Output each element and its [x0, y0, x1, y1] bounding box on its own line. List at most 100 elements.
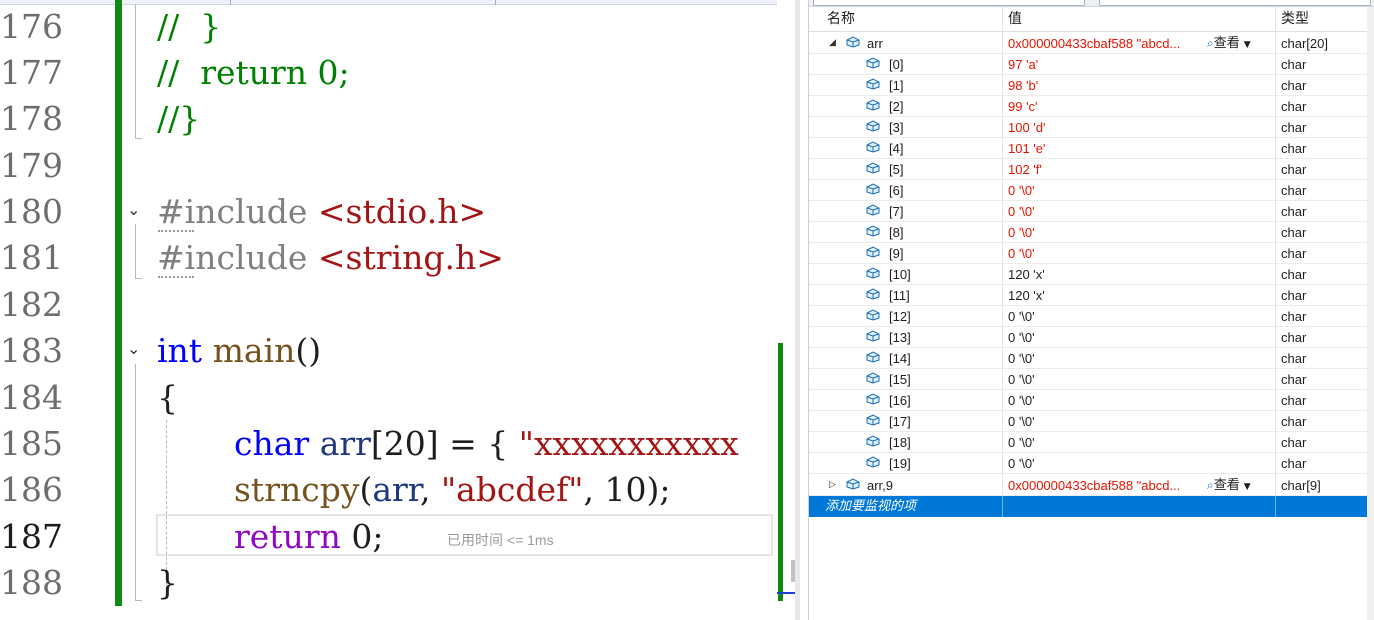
watch-name: [3] [889, 120, 904, 135]
column-header-type[interactable]: 类型 [1275, 7, 1365, 31]
watch-row-element[interactable]: [13] 0 '\0' char [809, 327, 1367, 348]
watch-row-element[interactable]: [1] 98 'b' char [809, 75, 1367, 96]
watch-name: arr,9 [867, 478, 894, 493]
code-text[interactable]: { [157, 375, 178, 421]
add-watch-row[interactable]: 添加要监视的项 [809, 496, 1367, 517]
visualizer-button[interactable]: ⌕查看 ▼ [1207, 33, 1251, 56]
watch-value: 0x000000433cbaf588 "abcd... [1008, 478, 1181, 493]
column-header-name[interactable]: 名称 [821, 7, 1001, 31]
watch-type: char [1281, 372, 1307, 387]
watch-row-element[interactable]: [4] 101 'e' char [809, 138, 1367, 159]
code-line[interactable]: 176 // } [0, 4, 780, 50]
code-text[interactable]: int main() [157, 328, 321, 374]
code-text[interactable]: strncpy(arr, "abcdef", 10); [234, 467, 670, 513]
watch-row-arr9[interactable]: ▷ arr,9 0x000000433cbaf588 "abcd... ⌕查看 ▼… [809, 475, 1367, 496]
add-watch-placeholder[interactable]: 添加要监视的项 [825, 496, 916, 517]
visualizer-button[interactable]: ⌕查看 ▼ [1207, 475, 1251, 498]
watch-type: char [1281, 141, 1307, 156]
variable-cube-icon [866, 435, 880, 447]
watch-type: char [1281, 246, 1307, 261]
watch-window[interactable]: 名称 值 类型 ◢ arr 0x000000433cbaf588 "abcd..… [808, 0, 1374, 620]
dropdown-arrow-icon[interactable]: ▼ [1244, 482, 1251, 492]
watch-value: 0 '\0' [1008, 183, 1035, 198]
watch-row-element[interactable]: [0] 97 'a' char [809, 54, 1367, 75]
watch-value: 120 'x' [1008, 267, 1045, 282]
punctuation: ( [359, 470, 373, 509]
watch-value: 0 '\0' [1008, 225, 1035, 240]
code-line[interactable]: 186 strncpy(arr, "abcdef", 10); [0, 467, 780, 513]
variable-cube-icon [866, 288, 880, 300]
watch-row-element[interactable]: [18] 0 '\0' char [809, 432, 1367, 453]
function-name: main [212, 331, 296, 370]
watch-row-element[interactable]: [5] 102 'f' char [809, 159, 1367, 180]
code-line[interactable]: 185 char arr[20] = { "xxxxxxxxxxx [0, 421, 780, 467]
watch-name: [4] [889, 141, 904, 156]
code-text[interactable]: //} [157, 96, 200, 142]
watch-type: char [1281, 78, 1307, 93]
watch-value: 0 '\0' [1008, 246, 1035, 261]
watch-type: char [1281, 267, 1307, 282]
code-line[interactable]: 183 int main() [0, 328, 780, 374]
code-line[interactable]: 180 #include <stdio.h> [0, 189, 780, 235]
watch-row-element[interactable]: [9] 0 '\0' char [809, 243, 1367, 264]
code-line[interactable]: 184 { [0, 375, 780, 421]
code-text[interactable]: // } [157, 4, 221, 50]
code-line[interactable]: 179 [0, 143, 780, 189]
watch-row-element[interactable]: [19] 0 '\0' char [809, 453, 1367, 474]
collapse-arrow-icon[interactable]: ◢ [829, 33, 836, 54]
watch-row-element[interactable]: [3] 100 'd' char [809, 117, 1367, 138]
watch-value: 0 '\0' [1008, 330, 1035, 345]
code-line[interactable]: 182 [0, 282, 780, 328]
watch-type: char[20] [1281, 36, 1328, 51]
code-editor[interactable]: ⌄ ⌄ 176 // } 177 // return 0; 178 //} 17… [0, 0, 800, 620]
watch-name: [1] [889, 78, 904, 93]
code-text[interactable]: // return 0; [157, 50, 350, 96]
line-number: 176 [0, 7, 63, 46]
code-line[interactable]: 181 #include <string.h> [0, 235, 780, 281]
watch-row-element[interactable]: [6] 0 '\0' char [809, 180, 1367, 201]
watch-row-element[interactable]: [11] 120 'x' char [809, 285, 1367, 306]
watch-type: char [1281, 99, 1307, 114]
search-depth-box[interactable] [1099, 0, 1371, 6]
viewer-label: 查看 [1213, 478, 1240, 493]
code-text[interactable]: #include <stdio.h> [157, 189, 486, 235]
variable-cube-icon [866, 456, 880, 468]
dropdown-arrow-icon[interactable]: ▼ [1244, 40, 1251, 50]
watch-row-element[interactable]: [7] 0 '\0' char [809, 201, 1367, 222]
watch-type: char [1281, 162, 1307, 177]
variable-cube-icon [866, 330, 880, 342]
watch-value: 0 '\0' [1008, 309, 1035, 324]
preprocessor-directive: #include [157, 192, 308, 231]
perf-tip-elapsed-time: 已用时间 <= 1ms [447, 532, 554, 548]
watch-vertical-scrollbar[interactable] [1367, 7, 1374, 620]
code-text[interactable]: #include <string.h> [157, 235, 504, 281]
code-text[interactable]: return 0; [234, 514, 383, 560]
watch-row-element[interactable]: [15] 0 '\0' char [809, 369, 1367, 390]
watch-row-element[interactable]: [12] 0 '\0' char [809, 306, 1367, 327]
code-line[interactable]: 177 // return 0; [0, 50, 780, 96]
watch-row-element[interactable]: [8] 0 '\0' char [809, 222, 1367, 243]
unused-include-hint [158, 230, 194, 232]
watch-row-element[interactable]: [17] 0 '\0' char [809, 411, 1367, 432]
variable-cube-icon [866, 414, 880, 426]
pane-splitter[interactable] [795, 0, 800, 620]
watch-value: 0 '\0' [1008, 435, 1035, 450]
watch-row-element[interactable]: [14] 0 '\0' char [809, 348, 1367, 369]
watch-name: [13] [889, 330, 911, 345]
variable-cube-icon [866, 183, 880, 195]
watch-value: 102 'f' [1008, 162, 1042, 177]
code-line[interactable]: 188 } [0, 560, 780, 606]
code-line-current[interactable]: 187 return 0; [0, 514, 780, 560]
watch-row-arr[interactable]: ◢ arr 0x000000433cbaf588 "abcd... ⌕查看 ▼ c… [809, 33, 1367, 54]
code-text[interactable]: char arr[20] = { "xxxxxxxxxxx [234, 421, 739, 467]
watch-row-element[interactable]: [10] 120 'x' char [809, 264, 1367, 285]
column-header-value[interactable]: 值 [1002, 7, 1272, 31]
expand-arrow-icon[interactable]: ▷ [829, 475, 836, 496]
code-text[interactable]: } [157, 560, 178, 606]
watch-row-element[interactable]: [2] 99 'c' char [809, 96, 1367, 117]
code-line[interactable]: 178 //} [0, 96, 780, 142]
watch-value: 99 'c' [1008, 99, 1038, 114]
watch-row-element[interactable]: [16] 0 '\0' char [809, 390, 1367, 411]
search-box[interactable] [813, 0, 1085, 6]
line-number: 183 [0, 331, 63, 370]
